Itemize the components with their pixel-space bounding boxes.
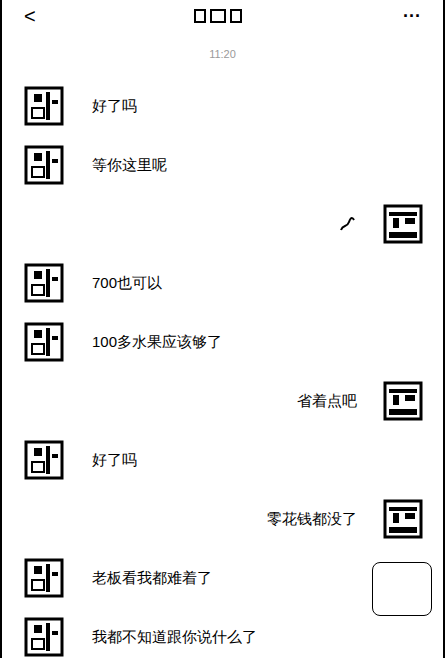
back-button[interactable]: < xyxy=(24,6,36,26)
message-text: 零花钱都没了 xyxy=(267,509,357,529)
message-row xyxy=(2,194,443,253)
contact-title-icon xyxy=(193,8,245,24)
timestamp-row: 11:20 xyxy=(2,32,443,76)
message-text: 老板看我都难着了 xyxy=(92,568,212,588)
message-text: 好了吗 xyxy=(92,96,137,116)
message-text: 省着点吧 xyxy=(297,391,357,411)
chat-header: < ··· xyxy=(2,0,443,32)
avatar-icon[interactable] xyxy=(24,617,64,657)
avatar-icon[interactable] xyxy=(24,145,64,185)
message-text: 好了吗 xyxy=(92,450,137,470)
message-row: 零花钱都没了 xyxy=(2,489,443,548)
message-row: 好了吗 xyxy=(2,430,443,489)
timestamp: 11:20 xyxy=(209,46,236,63)
avatar-icon[interactable] xyxy=(24,86,64,126)
message-row: 老板看我都难着了 xyxy=(2,548,443,607)
chat-window: < ··· 11:20 好了吗等你这里呢700也可以100多水果应该够了省着点吧… xyxy=(0,0,445,658)
message-row: 700也可以 xyxy=(2,253,443,312)
message-row: 好了吗 xyxy=(2,76,443,135)
message-row: 100多水果应该够了 xyxy=(2,312,443,371)
message-row: 我都不知道跟你说什么了 xyxy=(2,607,443,658)
message-row: 省着点吧 xyxy=(2,371,443,430)
avatar-icon[interactable] xyxy=(24,558,64,598)
avatar-icon[interactable] xyxy=(24,440,64,480)
message-text: 100多水果应该够了 xyxy=(92,332,222,352)
more-button[interactable]: ··· xyxy=(403,7,421,25)
message-text: 等你这里呢 xyxy=(92,155,167,175)
message-list: 好了吗等你这里呢700也可以100多水果应该够了省着点吧好了吗零花钱都没了老板看… xyxy=(2,76,443,658)
message-text: 700也可以 xyxy=(92,273,162,293)
avatar-icon[interactable] xyxy=(24,263,64,303)
message-row: 等你这里呢 xyxy=(2,135,443,194)
message-text: 我都不知道跟你说什么了 xyxy=(92,627,257,647)
sticker-icon[interactable] xyxy=(337,214,357,234)
avatar-icon[interactable] xyxy=(383,499,423,539)
floating-widget[interactable] xyxy=(372,562,432,616)
avatar-icon[interactable] xyxy=(24,322,64,362)
avatar-icon[interactable] xyxy=(383,381,423,421)
avatar-icon[interactable] xyxy=(383,204,423,244)
